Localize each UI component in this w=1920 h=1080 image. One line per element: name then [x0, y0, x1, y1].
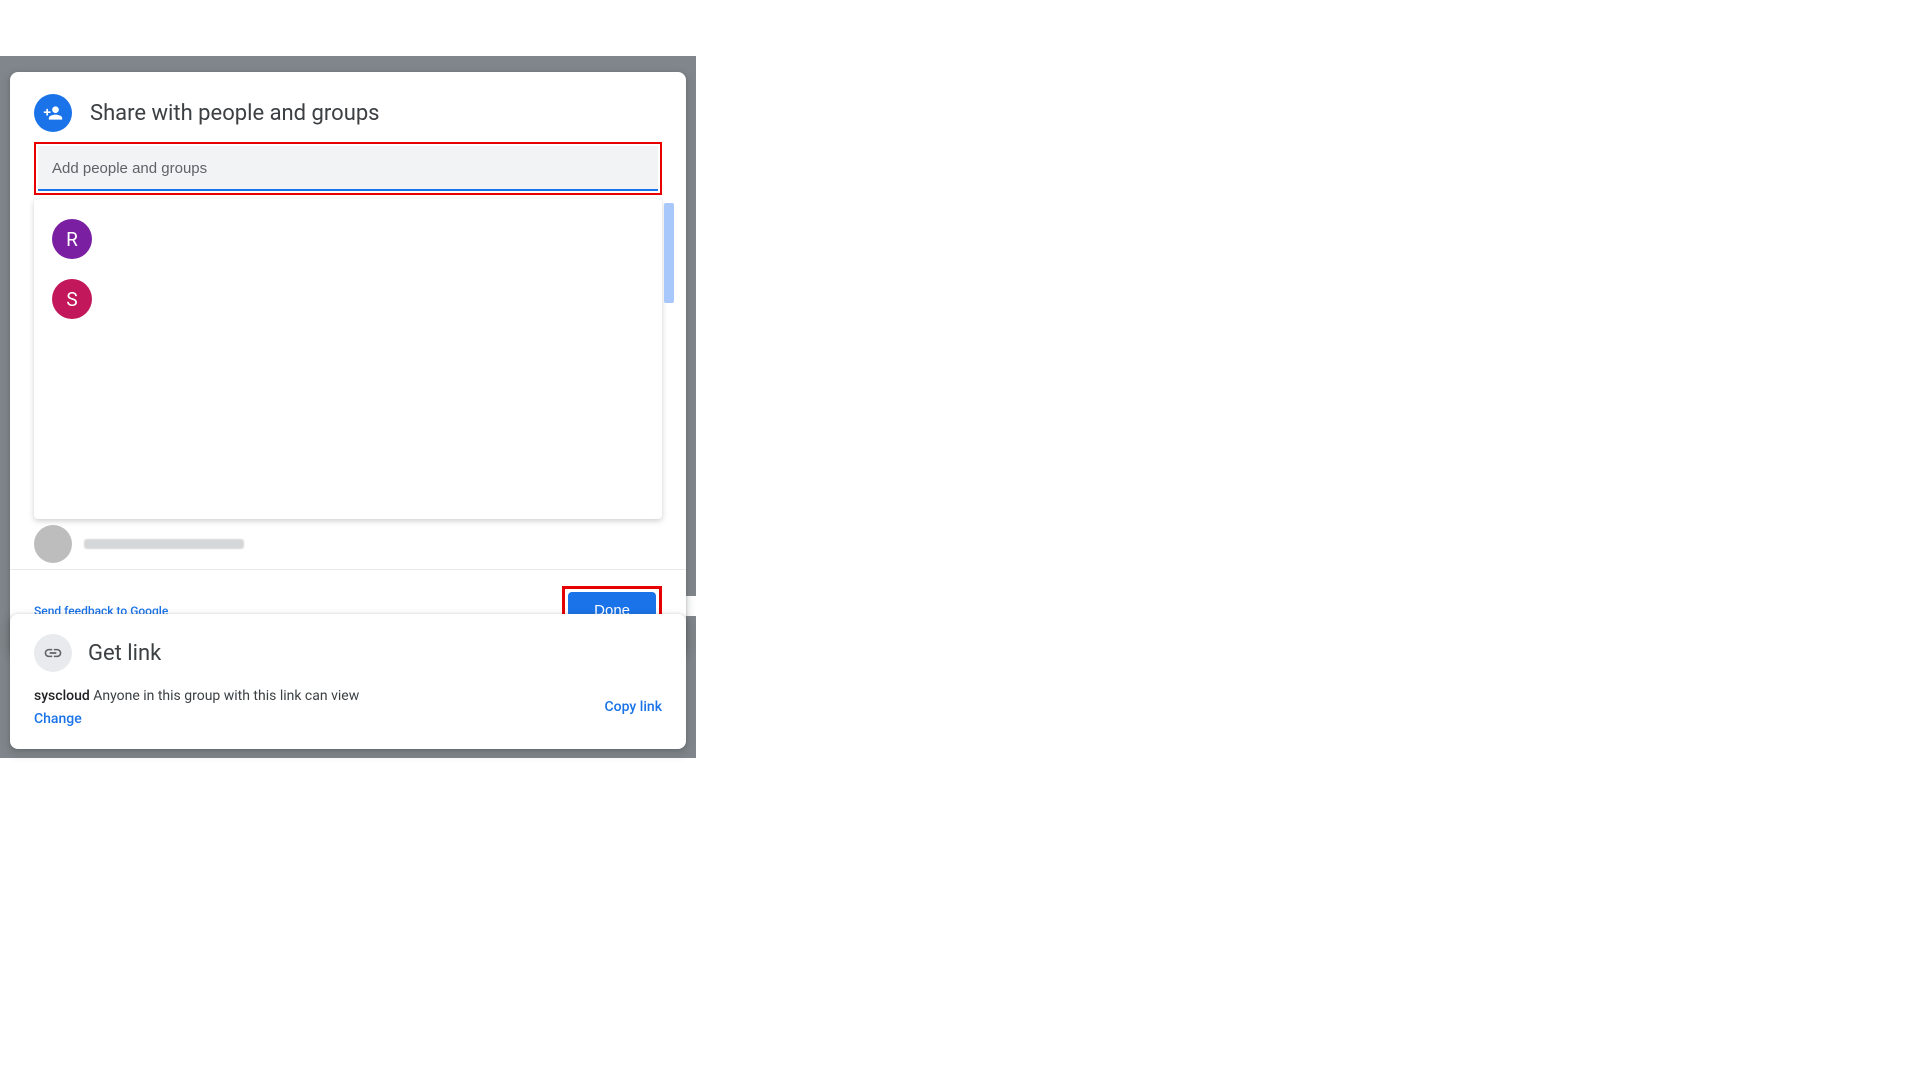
copy-link-button[interactable]: Copy link — [605, 699, 662, 715]
share-header: Share with people and groups — [10, 72, 686, 142]
share-title: Share with people and groups — [90, 101, 380, 126]
link-description: syscloud Anyone in this group with this … — [34, 686, 359, 707]
get-link-card: Get link syscloud Anyone in this group w… — [10, 614, 686, 749]
scrollbar-thumb[interactable] — [664, 203, 674, 303]
get-link-title: Get link — [88, 641, 161, 666]
share-dialog: Share with people and groups R S Send fe… — [10, 72, 686, 653]
add-people-input[interactable] — [38, 146, 658, 191]
avatar: R — [52, 219, 92, 259]
input-highlight — [34, 142, 662, 195]
link-description-suffix: Anyone in this group with this link can … — [90, 688, 359, 704]
suggestion-item[interactable]: S — [34, 269, 662, 329]
existing-share-row — [10, 519, 686, 569]
avatar — [34, 525, 72, 563]
change-link[interactable]: Change — [34, 711, 82, 727]
link-group-name: syscloud — [34, 688, 90, 704]
obscured-email — [84, 539, 244, 549]
person-add-icon — [34, 94, 72, 132]
suggestion-item[interactable]: R — [34, 209, 662, 269]
get-link-header: Get link — [34, 634, 662, 672]
avatar: S — [52, 279, 92, 319]
link-icon — [34, 634, 72, 672]
get-link-body: syscloud Anyone in this group with this … — [34, 686, 662, 727]
suggestion-dropdown: R S — [34, 199, 662, 519]
